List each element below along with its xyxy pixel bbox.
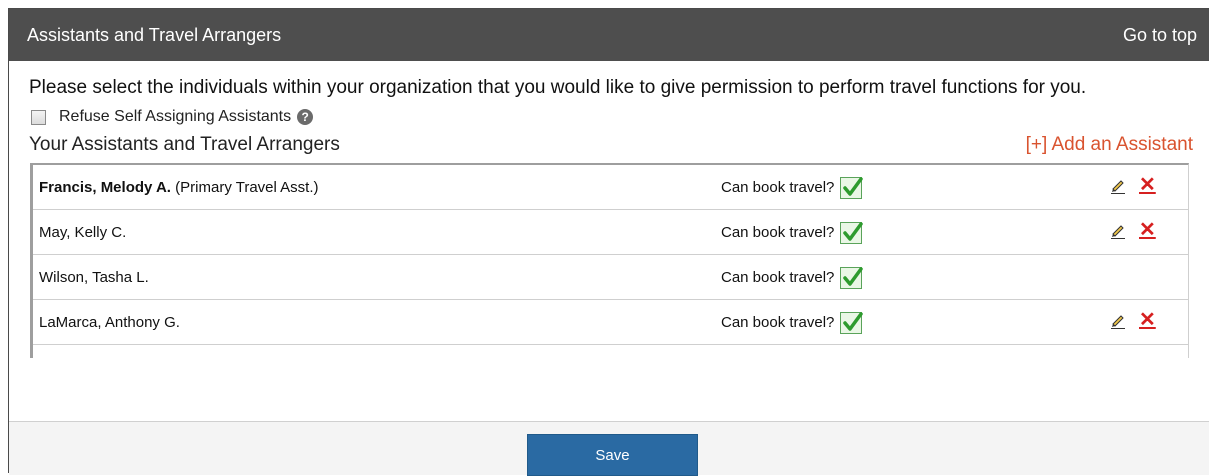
checkmark-icon	[840, 177, 864, 199]
panel-content: Please select the individuals within you…	[9, 75, 1209, 358]
can-book-travel: Can book travel?	[721, 220, 864, 244]
delete-icon[interactable]: ✕	[1139, 219, 1156, 241]
refuse-self-assign-checkbox[interactable]	[31, 109, 46, 125]
list-item: May, Kelly C. Can book travel? ✕	[33, 210, 1188, 255]
panel-title: Assistants and Travel Arrangers	[27, 24, 282, 45]
help-icon[interactable]: ?	[297, 109, 314, 125]
assistant-name: LaMarca, Anthony G.	[39, 313, 180, 331]
intro-text: Please select the individuals within you…	[29, 77, 1087, 98]
can-book-label: Can book travel?	[721, 313, 835, 331]
pencil-icon[interactable]	[1110, 178, 1126, 198]
assistant-name: Francis, Melody A. (Primary Travel Asst.…	[39, 179, 319, 196]
assistants-list[interactable]: Francis, Melody A. (Primary Travel Asst.…	[30, 163, 1189, 358]
save-button[interactable]: Save	[527, 434, 698, 476]
refuse-self-assign-label: Refuse Self Assigning Assistants	[59, 108, 292, 125]
assistant-name: Wilson, Tasha L.	[39, 268, 149, 286]
section-title: Your Assistants and Travel Arrangers	[29, 134, 340, 155]
can-book-travel: Can book travel?	[721, 310, 864, 334]
checkmark-icon	[840, 312, 864, 334]
assistant-name: May, Kelly C.	[39, 223, 127, 241]
assistant-name-text: Francis, Melody A.	[39, 178, 171, 196]
refuse-self-assign-row: Refuse Self Assigning Assistants ?	[29, 108, 1197, 126]
can-book-label: Can book travel?	[721, 223, 835, 241]
checkmark-icon	[840, 267, 864, 289]
go-to-top-link[interactable]: Go to top	[1123, 25, 1197, 46]
list-item: Wilson, Tasha L. Can book travel?	[33, 255, 1188, 300]
can-book-travel: Can book travel?	[721, 265, 864, 289]
add-assistant-link[interactable]: [+] Add an Assistant	[1026, 134, 1197, 156]
list-item: LaMarca, Anthony G. Can book travel? ✕	[33, 300, 1188, 345]
pencil-icon[interactable]	[1110, 223, 1126, 243]
panel-footer: Save	[9, 421, 1209, 476]
can-book-label: Can book travel?	[721, 178, 835, 196]
delete-icon[interactable]: ✕	[1139, 309, 1156, 331]
panel-header: Assistants and Travel Arrangers Go to to…	[9, 9, 1209, 61]
list-item: Francis, Melody A. (Primary Travel Asst.…	[33, 165, 1188, 210]
assistants-panel: Assistants and Travel Arrangers Go to to…	[8, 8, 1209, 476]
checkmark-icon	[840, 222, 864, 244]
delete-icon[interactable]: ✕	[1139, 174, 1156, 196]
section-header: Your Assistants and Travel Arrangers [+]…	[29, 132, 1197, 158]
assistant-role: (Primary Travel Asst.)	[175, 178, 319, 196]
pencil-icon[interactable]	[1110, 313, 1126, 333]
can-book-label: Can book travel?	[721, 268, 835, 286]
can-book-travel: Can book travel?	[721, 175, 864, 199]
